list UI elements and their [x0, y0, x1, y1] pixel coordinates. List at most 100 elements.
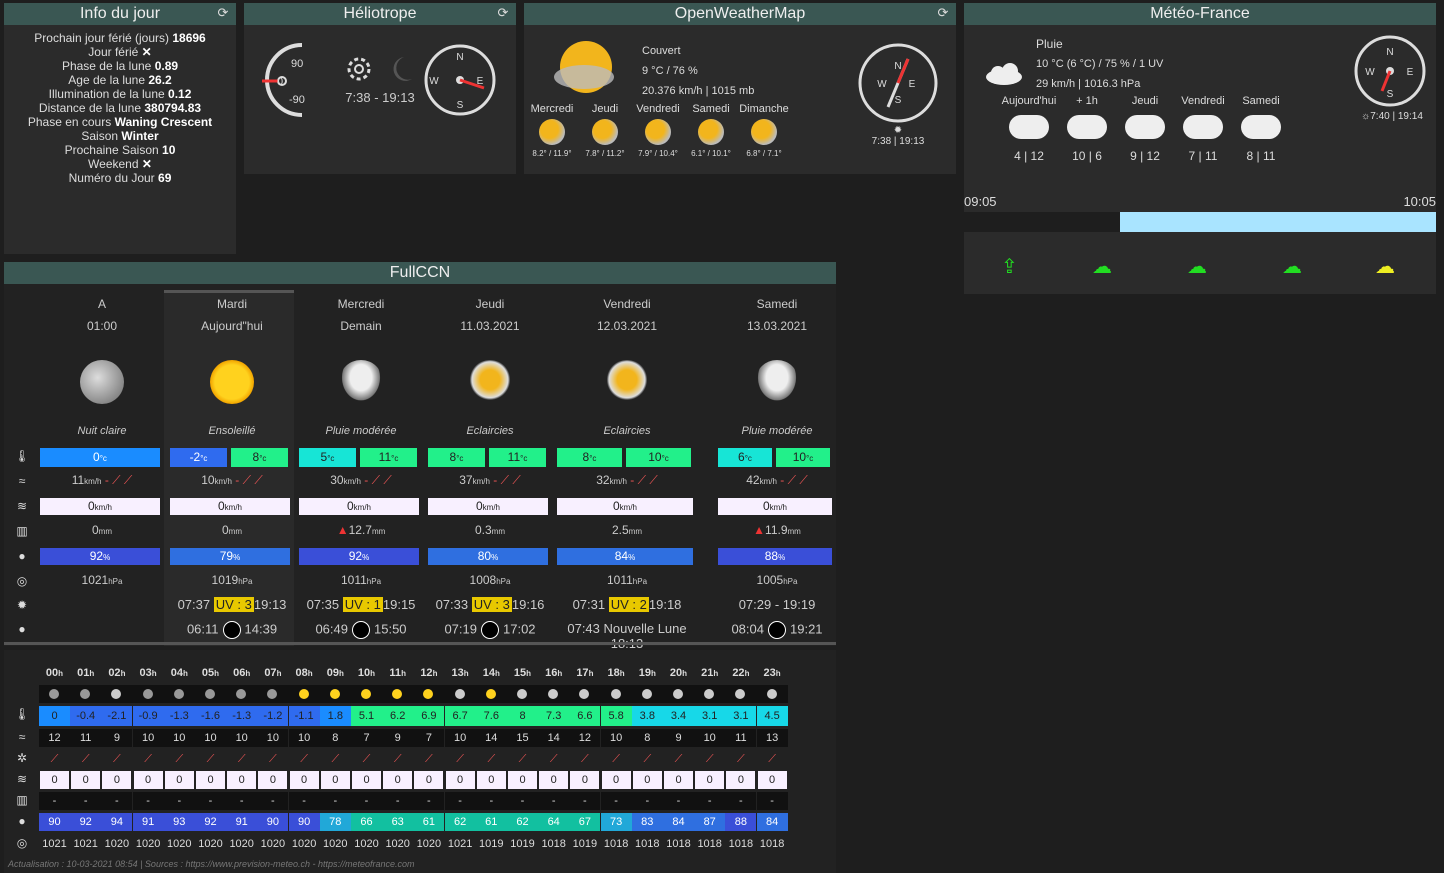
mf-day: Aujourd'hui 4 | 12 [999, 95, 1059, 163]
hour-label: 21h [694, 664, 725, 682]
hour: 08 [295, 667, 308, 679]
moonset: 15:50 [374, 621, 407, 637]
rain-icon [339, 360, 383, 404]
unit: km/h [94, 503, 113, 512]
unit: mm [98, 527, 112, 536]
hourly-panel: 🌡 ≈ ✲ ≋ ▥ ● ◎ 00h 0 12 ⟋ 0-90 1021 01h -0.4 11 ⟋ 0-92 1021… [4, 650, 836, 873]
moonset: 19:21 [790, 621, 823, 637]
hour-temp: 6.9 [413, 706, 445, 726]
owm-day-temps: 7.8° / 11.2° [585, 149, 625, 158]
info-title-text: Info du jour [79, 5, 161, 22]
temp-min: 0°c [40, 448, 160, 467]
wind-value: 32km/h - ⟋ ⟋ [557, 473, 697, 488]
hour-wind: 14 [538, 729, 570, 747]
heliotrope-graphics: 90 0 -90 7:38 - 19:13 N S W E [262, 43, 496, 117]
rain-amount: 0 [221, 523, 229, 537]
hour-rain: - [226, 792, 258, 810]
gust-speed: 0 [87, 499, 95, 513]
info-line: Prochain jour férié (jours) 18696 [4, 31, 236, 45]
wind-sock-icon: ⟋ [393, 753, 402, 765]
wind-sock-icon: ⟋ [518, 753, 527, 765]
info-label: Prochain jour férié (jours) [34, 31, 169, 45]
unit: h [682, 669, 688, 678]
gust-icon: ≋ [16, 772, 28, 786]
refresh-icon[interactable]: ⟳ [496, 6, 510, 20]
hour-gust: 0 [40, 771, 69, 789]
hour: 03 [139, 667, 152, 679]
unit: hPa [108, 577, 123, 586]
hour-humidity: 78 [319, 813, 351, 831]
moon-icon [49, 689, 59, 699]
pressure: 1005 [756, 573, 784, 587]
mf-day-temps: 4 | 12 [1014, 149, 1044, 163]
fog-icon: ☁ [1375, 256, 1395, 278]
sunrise: 07:31 [572, 597, 606, 612]
mf-day-temps: 8 | 11 [1246, 149, 1276, 163]
gauge-top-label: 90 [291, 58, 303, 70]
hour-rain: - [600, 792, 632, 810]
refresh-icon[interactable]: ⟳ [216, 6, 230, 20]
hour-label: 22h [725, 664, 756, 682]
moon-icon [80, 360, 124, 404]
wind-sock-icon: ⟋ [487, 753, 496, 765]
hour-label: 06h [226, 664, 257, 682]
day-name: Jeudi [475, 297, 505, 311]
hour-humidity: 63 [382, 813, 414, 831]
wind-speed: 32 [596, 473, 610, 487]
hour-temp: -2.1 [101, 706, 133, 726]
moonrise: 07:19 [444, 621, 477, 637]
sun-icon [298, 689, 309, 699]
gust-value: 0km/h [557, 498, 693, 515]
hour-temp: 4.5 [756, 706, 788, 726]
cloud-icon [1067, 115, 1107, 139]
wind-sock-icon: - ⟋ ⟋ [776, 473, 808, 487]
hour-gust: 0 [476, 771, 506, 789]
hour-pressure: 1020 [167, 838, 192, 850]
hour: 22 [732, 667, 745, 679]
info-label: Numéro du Jour [68, 171, 155, 185]
mf-sun: ☼7:40 | 19:14 [1350, 111, 1434, 122]
pressure: 1019 [211, 573, 239, 587]
unit: °c [259, 454, 267, 463]
hour-wind: 10 [694, 729, 726, 747]
hour-temp: -0.9 [132, 706, 164, 726]
hour-label: 19h [632, 664, 663, 682]
hour-humidity: 62 [507, 813, 538, 831]
warning-icon: ▲ [753, 523, 766, 537]
owm-title-text: OpenWeatherMap [674, 5, 806, 22]
hour-wind: 10 [195, 729, 226, 747]
wind-sock-icon: ⟋ [549, 753, 558, 765]
pressure-value: 1008hPa [428, 573, 552, 587]
owm-day-temps: 7.9° / 10.4° [638, 149, 678, 158]
hour: 06 [233, 667, 246, 679]
humidity-value: 79% [170, 548, 290, 565]
compass-icon: N W E S [1354, 35, 1426, 107]
hour-label: 10h [351, 664, 382, 682]
hour-temp: 3.1 [694, 706, 726, 726]
meteo-france-panel: Météo-France Pluie 10 °C (6 °C) / 75 % /… [964, 3, 1436, 294]
unit: km/h [214, 477, 232, 486]
gear-icon [347, 57, 371, 81]
temp-max: 11°c [489, 448, 546, 467]
unit: h [650, 669, 656, 678]
sun-icon: ✹ [16, 598, 28, 612]
rain-value: ▲11.9mm [718, 523, 836, 537]
unit: % [362, 553, 370, 562]
thermometer-icon: 🌡 [14, 707, 30, 721]
hour: 16 [545, 667, 558, 679]
refresh-icon[interactable]: ⟳ [936, 6, 950, 20]
rain-time-end: 10:05 [1403, 194, 1436, 209]
temp-min: 8°c [557, 448, 622, 467]
info-value: 10 [162, 143, 176, 157]
owm-day: Samedi 6.1° / 10.1° [683, 103, 739, 158]
hour-gust: 0 [383, 771, 413, 789]
hour-gust: 0 [632, 771, 662, 789]
hour-label: 07h [257, 664, 288, 682]
info-line: Prochaine Saison 10 [4, 143, 236, 157]
hour-pressure: 1020 [416, 838, 442, 850]
uv-badge: UV : 1 [342, 597, 383, 612]
hour-pressure: 1020 [354, 838, 379, 850]
hour-pressure: 1021 [73, 838, 98, 850]
owm-current: Couvert 9 °C / 76 % 20.376 km/h | 1015 m… [642, 41, 754, 101]
uv-badge: UV : 3 [471, 597, 512, 612]
